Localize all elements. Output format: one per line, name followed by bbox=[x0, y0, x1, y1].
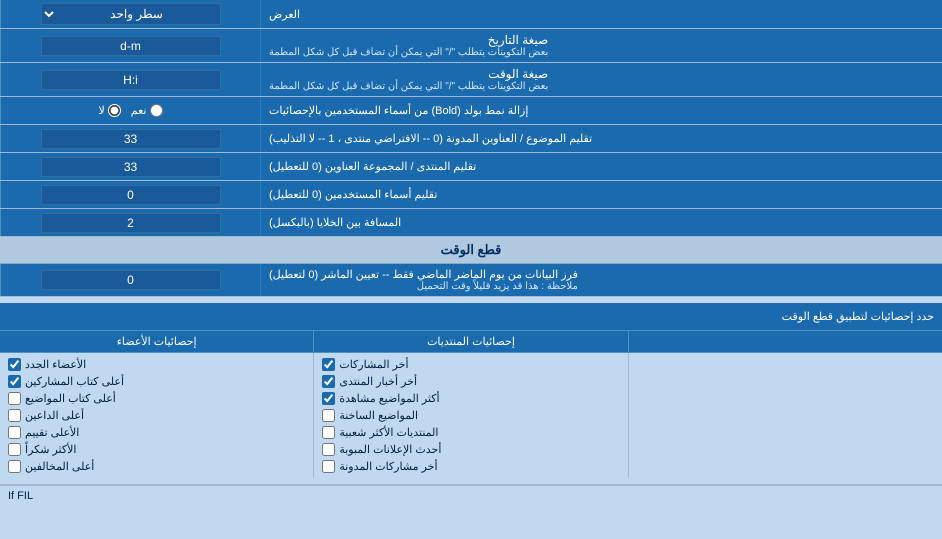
time-cut-label: فرز البيانات من يوم الماضر الماضي فقط --… bbox=[260, 264, 942, 296]
col1-header bbox=[628, 331, 942, 352]
header-control: سطر واحدسطرينثلاثة أسطر bbox=[0, 0, 260, 28]
main-container: العرض سطر واحدسطرينثلاثة أسطر صيغة التار… bbox=[0, 0, 942, 506]
cell-spacing-input[interactable] bbox=[41, 213, 221, 233]
time-format-row: صيغة الوقت بعض التكوينات يتطلب "/" التي … bbox=[0, 63, 942, 97]
header-row: العرض سطر واحدسطرينثلاثة أسطر bbox=[0, 0, 942, 29]
bold-no-label[interactable]: لا bbox=[99, 104, 121, 117]
topics-titles-control bbox=[0, 125, 260, 152]
list-item: أعلى الداعين bbox=[8, 407, 305, 424]
checkboxes-body: أخر المشاركات أخر أخبار المنتدى أكثر الم… bbox=[0, 353, 942, 478]
checkbox-forum-7[interactable] bbox=[322, 460, 335, 473]
usernames-row: تقليم أسماء المستخدمين (0 للتعطيل) bbox=[0, 181, 942, 209]
checkbox-forum-6[interactable] bbox=[322, 443, 335, 456]
checkboxes-section: حدد إحصائيات لتطبيق قطع الوقت إحصائيات ا… bbox=[0, 297, 942, 485]
list-item: أعلى المخالفين bbox=[8, 458, 305, 475]
bold-remove-control: نعم لا bbox=[0, 97, 260, 124]
checkbox-member-7[interactable] bbox=[8, 460, 21, 473]
checkboxes-col2: أخر المشاركات أخر أخبار المنتدى أكثر الم… bbox=[313, 353, 627, 478]
list-item: الأعضاء الجدد bbox=[8, 356, 305, 373]
date-format-input[interactable] bbox=[41, 36, 221, 56]
usernames-label: تقليم أسماء المستخدمين (0 للتعطيل) bbox=[260, 181, 942, 208]
forum-titles-input[interactable] bbox=[41, 157, 221, 177]
usernames-input[interactable] bbox=[41, 185, 221, 205]
bold-radio-group: نعم لا bbox=[99, 104, 163, 117]
list-item: أخر المشاركات bbox=[322, 356, 619, 373]
checkbox-member-3[interactable] bbox=[8, 392, 21, 405]
cell-spacing-row: المسافة بين الخلايا (بالبكسل) bbox=[0, 209, 942, 237]
bold-yes-radio[interactable] bbox=[150, 104, 163, 117]
bold-yes-label[interactable]: نعم bbox=[131, 104, 163, 117]
footer: If FIL bbox=[0, 485, 942, 506]
list-item: أعلى كتاب المشاركين bbox=[8, 373, 305, 390]
header-label: العرض bbox=[260, 0, 942, 28]
list-item: الأعلى تقييم bbox=[8, 424, 305, 441]
checkboxes-col1 bbox=[628, 353, 942, 478]
list-item: أعلى كتاب المواضيع bbox=[8, 390, 305, 407]
col2-header: إحصائيات المنتديات bbox=[313, 331, 627, 352]
list-item: المواضيع الساخنة bbox=[322, 407, 619, 424]
topics-titles-row: تقليم الموضوع / العناوين المدونة (0 -- ا… bbox=[0, 125, 942, 153]
date-format-control bbox=[0, 29, 260, 62]
col3-header: إحصائيات الأعضاء bbox=[0, 331, 313, 352]
time-format-control bbox=[0, 63, 260, 96]
bold-remove-label: إزالة نمط بولد (Bold) من أسماء المستخدمي… bbox=[260, 97, 942, 124]
checkbox-forum-2[interactable] bbox=[322, 375, 335, 388]
forum-titles-label: تقليم المنتدى / المجموعة العناوين (0 للت… bbox=[260, 153, 942, 180]
checkbox-member-5[interactable] bbox=[8, 426, 21, 439]
bold-no-radio[interactable] bbox=[108, 104, 121, 117]
bold-remove-row: إزالة نمط بولد (Bold) من أسماء المستخدمي… bbox=[0, 97, 942, 125]
list-item: أكثر المواضيع مشاهدة bbox=[322, 390, 619, 407]
list-item: أخر أخبار المنتدى bbox=[322, 373, 619, 390]
list-item: المنتديات الأكثر شعبية bbox=[322, 424, 619, 441]
limit-row: حدد إحصائيات لتطبيق قطع الوقت bbox=[0, 303, 942, 331]
checkboxes-col3: الأعضاء الجدد أعلى كتاب المشاركين أعلى ك… bbox=[0, 353, 313, 478]
forum-titles-control bbox=[0, 153, 260, 180]
list-item: الأكثر شكراً bbox=[8, 441, 305, 458]
checkbox-forum-3[interactable] bbox=[322, 392, 335, 405]
cell-spacing-label: المسافة بين الخلايا (بالبكسل) bbox=[260, 209, 942, 236]
topics-titles-input[interactable] bbox=[41, 129, 221, 149]
time-cut-header: قطع الوقت bbox=[0, 237, 942, 264]
forum-titles-row: تقليم المنتدى / المجموعة العناوين (0 للت… bbox=[0, 153, 942, 181]
time-format-input[interactable] bbox=[41, 70, 221, 90]
time-cut-input[interactable] bbox=[41, 270, 221, 290]
lines-select[interactable]: سطر واحدسطرينثلاثة أسطر bbox=[41, 3, 221, 25]
time-format-label: صيغة الوقت بعض التكوينات يتطلب "/" التي … bbox=[260, 63, 942, 96]
date-format-row: صيغة التاريخ بعض التكوينات يتطلب "/" الت… bbox=[0, 29, 942, 63]
checkbox-member-1[interactable] bbox=[8, 358, 21, 371]
checkbox-member-2[interactable] bbox=[8, 375, 21, 388]
date-format-label: صيغة التاريخ بعض التكوينات يتطلب "/" الت… bbox=[260, 29, 942, 62]
usernames-control bbox=[0, 181, 260, 208]
checkbox-member-4[interactable] bbox=[8, 409, 21, 422]
time-cut-row: فرز البيانات من يوم الماضر الماضي فقط --… bbox=[0, 264, 942, 297]
checkbox-member-6[interactable] bbox=[8, 443, 21, 456]
limit-label: حدد إحصائيات لتطبيق قطع الوقت bbox=[0, 306, 942, 327]
list-item: أخر مشاركات المدونة bbox=[322, 458, 619, 475]
checkbox-forum-5[interactable] bbox=[322, 426, 335, 439]
cell-spacing-control bbox=[0, 209, 260, 236]
topics-titles-label: تقليم الموضوع / العناوين المدونة (0 -- ا… bbox=[260, 125, 942, 152]
checkboxes-header: إحصائيات المنتديات إحصائيات الأعضاء bbox=[0, 331, 942, 353]
list-item: أحدث الإعلانات المبوبة bbox=[322, 441, 619, 458]
checkbox-forum-4[interactable] bbox=[322, 409, 335, 422]
time-cut-control bbox=[0, 264, 260, 296]
checkbox-forum-1[interactable] bbox=[322, 358, 335, 371]
